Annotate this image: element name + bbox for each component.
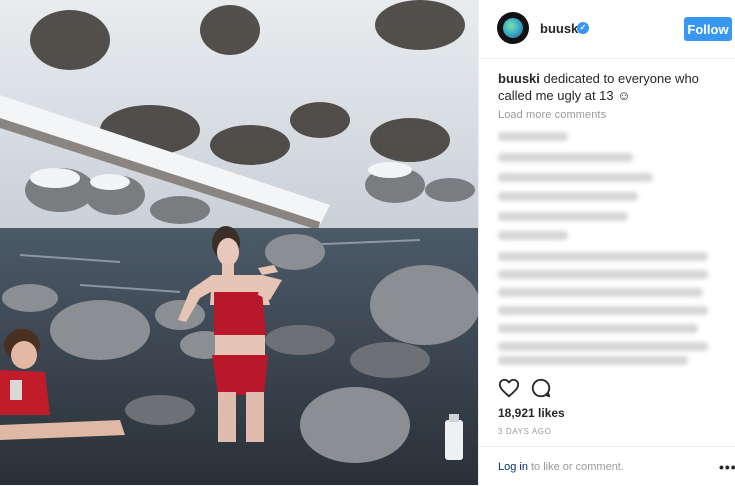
blurred-comment (498, 324, 698, 333)
post-photo[interactable] (0, 0, 478, 485)
post-footer: Log in to like or comment. ••• (479, 446, 735, 486)
blurred-comment (498, 306, 708, 315)
verified-badge-icon: ✓ (577, 22, 589, 34)
username[interactable]: buuski (540, 21, 582, 36)
load-more-comments-link[interactable]: Load more comments (498, 109, 606, 121)
blurred-comment (498, 252, 708, 261)
caption-username[interactable]: buuski (498, 71, 540, 86)
blurred-comment (498, 288, 703, 297)
login-prompt-text: to like or comment. (531, 461, 624, 473)
blurred-comment (498, 231, 568, 240)
blurred-comment (498, 192, 638, 201)
post-header: buuski ✓ Follow (479, 0, 735, 59)
likes-count[interactable]: 18,921 likes (498, 406, 565, 420)
post-caption: buuski dedicated to everyone who called … (498, 70, 723, 104)
blurred-comment (498, 153, 633, 162)
photo-illustration (0, 0, 478, 485)
heart-icon[interactable] (498, 377, 520, 399)
post-sidebar: buuski ✓ Follow buuski dedicated to ever… (478, 0, 735, 485)
blurred-comment (498, 270, 708, 279)
blurred-comment (498, 356, 688, 365)
follow-button[interactable]: Follow (684, 17, 732, 41)
avatar[interactable] (497, 12, 529, 44)
more-options-icon[interactable]: ••• (719, 459, 735, 475)
blurred-comment (498, 212, 628, 221)
avatar-image (503, 18, 523, 38)
blurred-comment (498, 342, 708, 351)
blurred-comment (498, 173, 653, 182)
login-link[interactable]: Log in (498, 461, 528, 473)
post-timestamp[interactable]: 3 DAYS AGO (498, 427, 551, 436)
comment-bubble-icon[interactable] (530, 377, 552, 399)
post-actions (479, 368, 735, 408)
blurred-comment (498, 132, 568, 141)
